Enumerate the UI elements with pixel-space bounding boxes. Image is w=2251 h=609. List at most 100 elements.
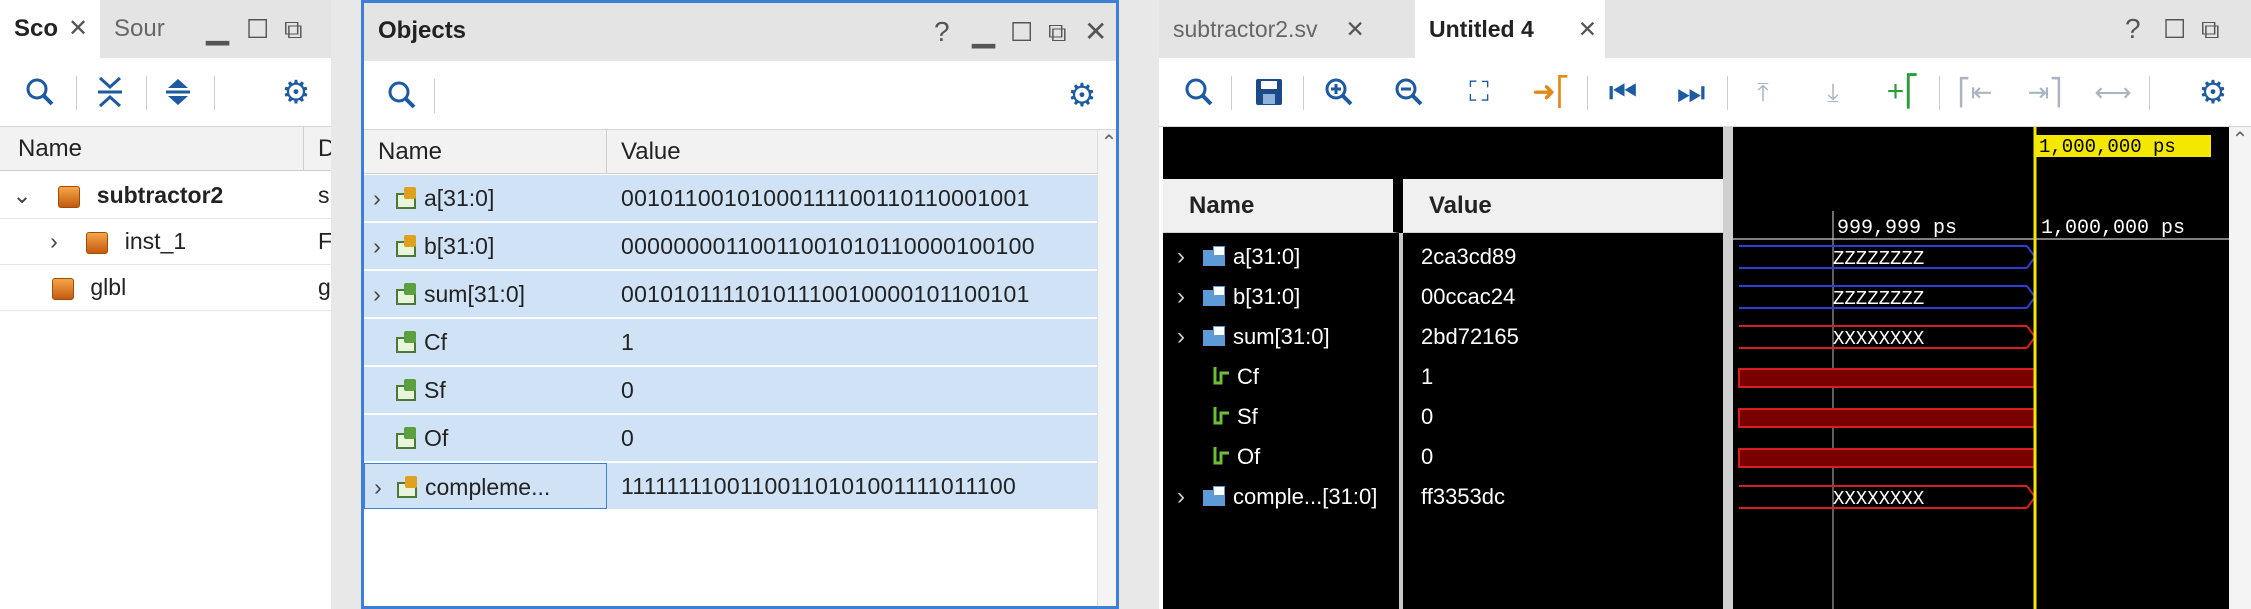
close-icon[interactable]: ✕ [68, 15, 88, 42]
help-icon[interactable]: ? [934, 3, 950, 61]
signal-name[interactable]: b[31:0] [1233, 279, 1300, 315]
object-row[interactable]: › compleme... 1111111100110011010100111101… [364, 463, 1097, 511]
gear-icon[interactable]: ⚙ [1056, 69, 1108, 121]
go-to-cursor-icon[interactable]: ➜⎡ [1525, 66, 1577, 118]
tab-subtractor2-sv[interactable]: subtractor2.sv ✕ [1159, 0, 1415, 58]
chevron-right-icon[interactable]: › [1177, 279, 1185, 315]
chevron-right-icon[interactable]: › [365, 464, 391, 510]
signal-name[interactable]: Sf [1237, 399, 1258, 435]
chevron-right-icon[interactable]: › [1177, 319, 1185, 355]
column-header-description[interactable]: D [304, 127, 331, 171]
search-icon[interactable] [1173, 66, 1225, 118]
toolbar-separator [76, 76, 77, 110]
tab-scope[interactable]: Sco ✕ [0, 0, 100, 58]
tree-row-inst_1[interactable]: › inst_1 F [0, 218, 331, 265]
object-row[interactable]: › sum[31:0] 001010111101011100100001011001… [364, 271, 1097, 319]
tree-row-glbl[interactable]: glbl g [0, 264, 331, 311]
add-marker-icon[interactable]: +⎡ [1877, 66, 1929, 118]
object-value: 1 [621, 329, 635, 355]
module-icon [86, 231, 109, 254]
object-row[interactable]: › b[31:0] 00000000110011001010110000100100 [364, 223, 1097, 271]
signal-value: 0 [1421, 404, 1434, 429]
object-row[interactable]: Sf 0 [364, 367, 1097, 415]
signal-name[interactable]: sum[31:0] [1233, 319, 1330, 355]
search-icon[interactable] [14, 66, 66, 118]
close-icon[interactable]: ✕ [1084, 3, 1107, 61]
objects-panel: Objects ? ▁ ☐ ⧉ ✕ ⚙ Name Value ⌃ › a[31:0… [361, 0, 1119, 609]
minimize-icon[interactable]: ▁ [972, 3, 995, 61]
objects-titlebar: Objects ? ▁ ☐ ⧉ ✕ [364, 3, 1116, 61]
go-to-start-icon[interactable]: ⏮ [1597, 66, 1649, 118]
scope-tabbar: Sco ✕ Sour ▁ ☐ ⧉ [0, 0, 331, 58]
tab-sources[interactable]: Sour [100, 0, 186, 58]
maximize-icon[interactable]: ☐ [246, 0, 269, 58]
zoom-out-icon[interactable] [1383, 66, 1435, 118]
gear-icon[interactable]: ⚙ [270, 66, 322, 118]
object-row[interactable]: › a[31:0] 00101100101000111100110110001001 [364, 175, 1097, 223]
chevron-down-icon[interactable]: ⌄ [8, 172, 36, 218]
float-icon[interactable]: ⧉ [284, 0, 303, 58]
object-name-cell: › b[31:0] [364, 223, 607, 269]
chevron-right-icon[interactable]: › [364, 175, 390, 221]
next-transition-icon[interactable]: ⤓ [1807, 66, 1859, 118]
scroll-up-icon[interactable]: ⌃ [2229, 127, 2251, 152]
names-values-divider[interactable] [1399, 233, 1403, 609]
chevron-right-icon[interactable]: › [364, 223, 390, 269]
chevron-right-icon[interactable]: › [1177, 479, 1185, 515]
bit-signal-icon [1213, 445, 1231, 467]
chevron-right-icon[interactable]: › [40, 218, 68, 264]
tab-label: Untitled 4 [1429, 16, 1534, 42]
maximize-icon[interactable]: ☐ [1010, 3, 1033, 61]
waveform-canvas[interactable]: 999,999 ps 1,000,000 ps ZZZZZZZZ ZZZZZZZZ XX… [1733, 127, 2229, 609]
chevron-right-icon[interactable]: › [1177, 239, 1185, 275]
scrollbar-vertical[interactable]: ⌃ [2229, 127, 2251, 609]
signal-value: 2ca3cd89 [1421, 244, 1517, 269]
chevron-right-icon[interactable]: › [364, 271, 390, 317]
tab-untitled-4[interactable]: Untitled 4 ✕ [1415, 0, 1605, 58]
zoom-fit-icon[interactable]: ⛶ [1453, 66, 1505, 118]
gear-icon[interactable]: ⚙ [2187, 66, 2239, 118]
pane-divider[interactable] [1723, 127, 1733, 609]
scroll-up-icon[interactable]: ⌃ [1098, 130, 1116, 155]
column-header-value[interactable]: Value [607, 130, 1097, 174]
column-header-name[interactable]: Name [364, 130, 607, 174]
object-name-cell: › a[31:0] [364, 175, 607, 221]
expand-all-icon[interactable] [152, 66, 204, 118]
collapse-all-icon[interactable] [84, 66, 136, 118]
tree-label: inst_1 [124, 228, 187, 254]
bus-signal-icon [1203, 326, 1227, 348]
next-marker-icon[interactable]: ⇥⎤ [2019, 66, 2071, 118]
tree-row-subtractor2[interactable]: ⌄ subtractor2 s [0, 172, 331, 219]
maximize-icon[interactable]: ☐ [2163, 0, 2186, 58]
toolbar-separator [1303, 76, 1304, 110]
search-icon[interactable] [376, 69, 428, 121]
panel-divider[interactable] [1119, 0, 1159, 609]
prev-marker-icon[interactable]: ⎡⇤ [1949, 66, 2001, 118]
internal-bus-icon [395, 474, 421, 500]
save-icon[interactable] [1243, 66, 1295, 118]
output-signal-icon [394, 425, 420, 451]
help-icon[interactable]: ? [2125, 0, 2141, 58]
signal-name[interactable]: a[31:0] [1233, 239, 1300, 275]
close-icon[interactable]: ✕ [1578, 16, 1597, 42]
module-icon [58, 185, 81, 208]
column-header-name[interactable]: Name [1163, 179, 1399, 233]
float-icon[interactable]: ⧉ [2201, 0, 2220, 58]
zoom-in-icon[interactable] [1313, 66, 1365, 118]
bus-wave-label: XXXXXXXX [1833, 328, 1925, 350]
close-icon[interactable]: ✕ [1345, 16, 1364, 42]
signal-name[interactable]: Of [1237, 439, 1260, 475]
scrollbar-vertical[interactable]: ⌃ [1097, 130, 1116, 606]
panel-divider[interactable] [331, 0, 361, 609]
go-to-end-icon[interactable]: ⏭ [1665, 66, 1717, 118]
object-row[interactable]: Of 0 [364, 415, 1097, 463]
swap-cursors-icon[interactable]: ⟷ [2087, 66, 2139, 118]
signal-name[interactable]: Cf [1237, 359, 1259, 395]
float-icon[interactable]: ⧉ [1048, 3, 1067, 61]
prev-transition-icon[interactable]: ⤒ [1737, 66, 1789, 118]
column-header-value[interactable]: Value [1403, 179, 1723, 233]
column-header-name[interactable]: Name [0, 127, 304, 171]
signal-name[interactable]: comple...[31:0] [1233, 479, 1377, 515]
minimize-icon[interactable]: ▁ [206, 0, 229, 58]
object-row[interactable]: Cf 1 [364, 319, 1097, 367]
